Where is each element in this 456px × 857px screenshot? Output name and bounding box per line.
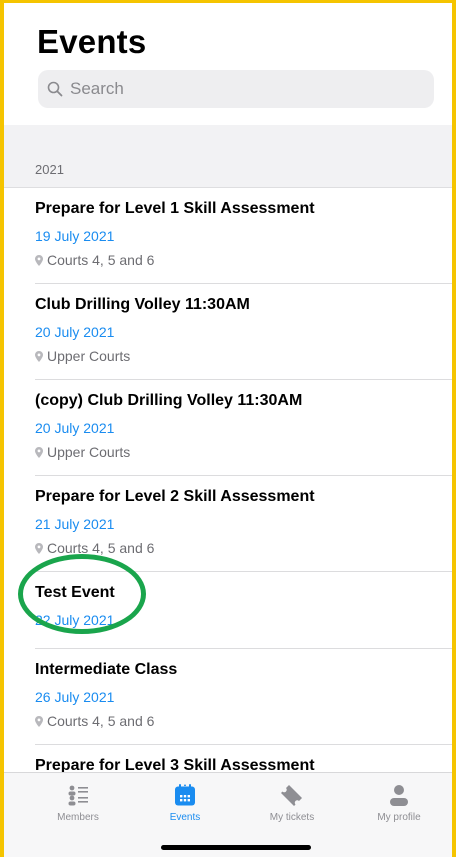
members-icon — [68, 785, 88, 806]
search-placeholder: Search — [70, 79, 124, 98]
tab-label: My tickets — [269, 812, 315, 823]
tab-my-tickets[interactable]: My tickets — [242, 783, 342, 823]
event-row[interactable]: (copy) Club Drilling Volley 11:30AM 20 J… — [35, 380, 452, 476]
event-row[interactable]: Club Drilling Volley 11:30AM 20 July 202… — [35, 284, 452, 380]
event-row[interactable]: Test Event 22 July 2021 — [35, 572, 452, 649]
calendar-icon — [175, 784, 195, 806]
tab-label: Members — [57, 812, 99, 823]
ticket-icon — [281, 785, 302, 806]
event-location-text: Upper Courts — [47, 444, 131, 460]
event-date: 19 July 2021 — [35, 228, 115, 244]
search-input[interactable]: Search — [38, 70, 434, 108]
event-location-text: Courts 4, 5 and 6 — [47, 713, 155, 729]
person-icon — [390, 785, 408, 806]
event-location: Upper Courts — [35, 444, 130, 460]
event-title: Club Drilling Volley 11:30AM — [35, 296, 250, 313]
event-title: Test Event — [35, 584, 115, 601]
tab-bar: Members Events My tickets My profile — [4, 772, 452, 857]
event-location: Courts 4, 5 and 6 — [35, 252, 154, 268]
location-pin-icon — [35, 254, 43, 266]
tab-my-profile[interactable]: My profile — [349, 783, 449, 823]
app-screen: Events Search 2021 Prepare for Level 1 S… — [0, 0, 456, 857]
event-date: 22 July 2021 — [35, 612, 115, 628]
event-location: Courts 4, 5 and 6 — [35, 713, 154, 729]
tab-events[interactable]: Events — [135, 783, 235, 823]
event-date: 20 July 2021 — [35, 420, 115, 436]
event-title: Prepare for Level 1 Skill Assessment — [35, 200, 315, 217]
header: Events Search — [4, 3, 452, 125]
event-location-text: Courts 4, 5 and 6 — [47, 540, 155, 556]
event-row[interactable]: Prepare for Level 1 Skill Assessment 19 … — [35, 188, 452, 284]
section-header: 2021 — [4, 125, 452, 188]
location-pin-icon — [35, 542, 43, 554]
event-title: Intermediate Class — [35, 661, 178, 678]
tab-members[interactable]: Members — [28, 783, 128, 823]
event-location-text: Upper Courts — [47, 348, 131, 364]
event-location: Upper Courts — [35, 348, 130, 364]
home-indicator[interactable] — [161, 845, 311, 850]
section-label-year: 2021 — [35, 162, 64, 177]
location-pin-icon — [35, 715, 43, 727]
event-date: 20 July 2021 — [35, 324, 115, 340]
event-title: (copy) Club Drilling Volley 11:30AM — [35, 392, 303, 409]
page-title: Events — [37, 23, 147, 60]
events-list: Prepare for Level 1 Skill Assessment 19 … — [4, 188, 452, 840]
event-location-text: Courts 4, 5 and 6 — [47, 252, 155, 268]
event-location: Courts 4, 5 and 6 — [35, 540, 154, 556]
event-date: 26 July 2021 — [35, 689, 115, 705]
event-row[interactable]: Prepare for Level 2 Skill Assessment 21 … — [35, 476, 452, 572]
search-icon — [47, 81, 63, 97]
event-date: 21 July 2021 — [35, 516, 115, 532]
event-row[interactable]: Intermediate Class 26 July 2021 Courts 4… — [35, 649, 452, 745]
tab-label: Events — [169, 812, 201, 823]
event-title: Prepare for Level 2 Skill Assessment — [35, 488, 315, 505]
tab-label: My profile — [377, 812, 421, 823]
location-pin-icon — [35, 446, 43, 458]
location-pin-icon — [35, 350, 43, 362]
